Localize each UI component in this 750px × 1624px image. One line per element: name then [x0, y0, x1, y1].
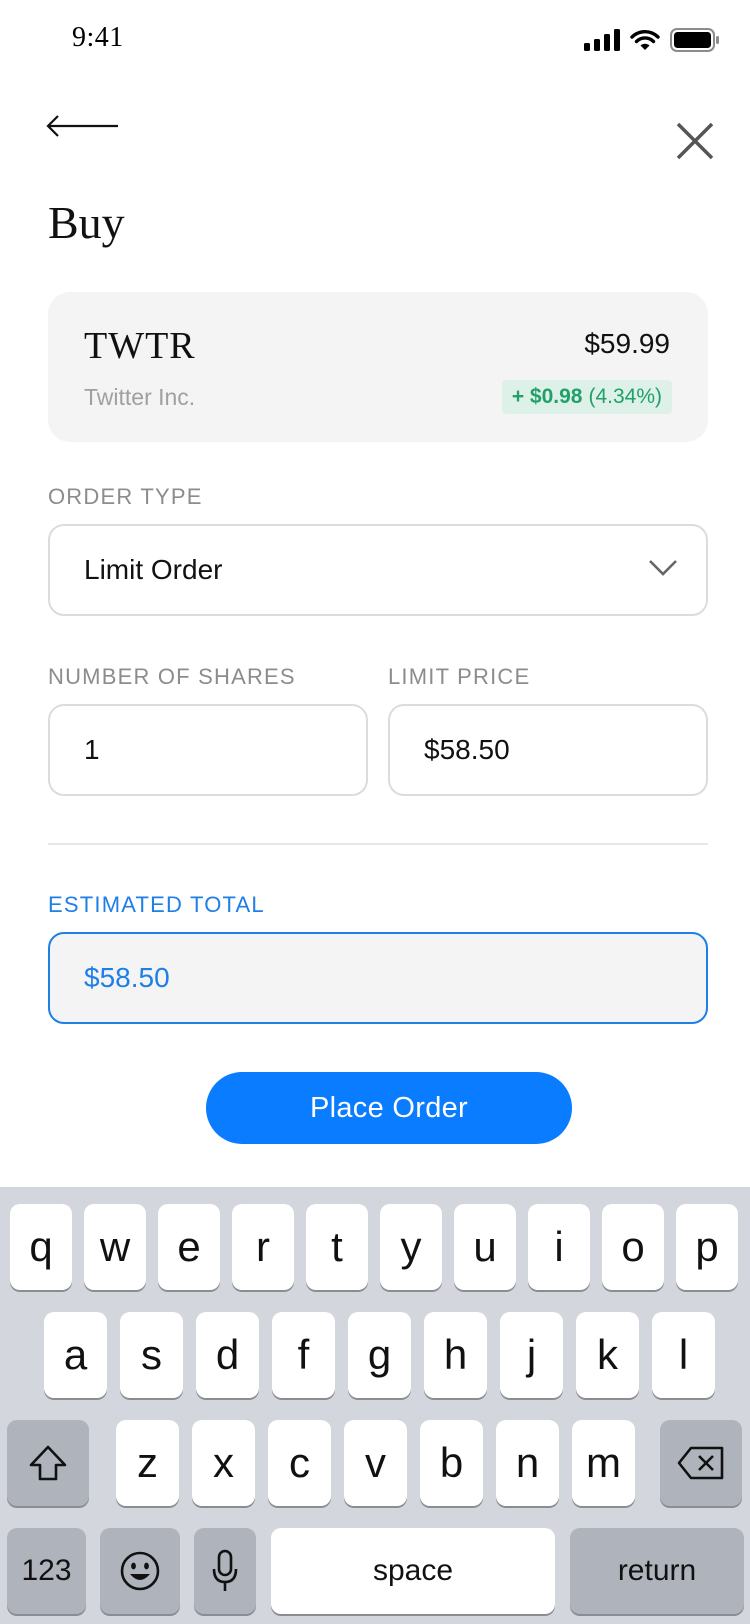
estimated-total-field[interactable]: $58.50 [48, 932, 708, 1024]
shares-label: NUMBER OF SHARES [48, 664, 296, 689]
delete-key[interactable] [660, 1420, 742, 1506]
stock-price: $59.99 [584, 328, 670, 359]
divider [48, 843, 708, 845]
wifi-icon [630, 30, 660, 50]
key-f[interactable]: f [272, 1312, 335, 1398]
order-type-value: Limit Order [84, 554, 223, 585]
key-e[interactable]: e [158, 1204, 220, 1290]
key-n[interactable]: n [496, 1420, 559, 1506]
shares-input[interactable]: 1 [48, 704, 368, 796]
key-z[interactable]: z [116, 1420, 179, 1506]
back-arrow-icon [46, 115, 118, 137]
stock-card: TWTR Twitter Inc. $59.99 + $0.98 (4.34%) [48, 292, 708, 442]
key-t[interactable]: t [306, 1204, 368, 1290]
space-key[interactable]: space [271, 1528, 555, 1614]
key-w[interactable]: w [84, 1204, 146, 1290]
key-j[interactable]: j [500, 1312, 563, 1398]
stock-ticker: TWTR [84, 325, 196, 367]
emoji-key[interactable] [100, 1528, 180, 1614]
key-r[interactable]: r [232, 1204, 294, 1290]
numbers-key[interactable]: 123 [7, 1528, 86, 1614]
limit-price-input[interactable]: $58.50 [388, 704, 708, 796]
status-time: 9:41 [72, 22, 124, 53]
estimated-total-value: $58.50 [84, 962, 170, 993]
key-u[interactable]: u [454, 1204, 516, 1290]
change-percent: (4.34%) [588, 385, 662, 408]
signal-icon [584, 29, 620, 51]
keyboard: q w e r t y u i o p a s d f g h j k l z … [0, 1187, 750, 1624]
key-q[interactable]: q [10, 1204, 72, 1290]
change-amount: + $0.98 [511, 385, 583, 408]
key-y[interactable]: y [380, 1204, 442, 1290]
page-title: Buy [48, 197, 125, 248]
key-o[interactable]: o [602, 1204, 664, 1290]
key-h[interactable]: h [424, 1312, 487, 1398]
key-g[interactable]: g [348, 1312, 411, 1398]
key-x[interactable]: x [192, 1420, 255, 1506]
price-change-badge: + $0.98 (4.34%) [501, 380, 672, 414]
return-key[interactable]: return [570, 1528, 744, 1614]
key-l[interactable]: l [652, 1312, 715, 1398]
status-bar: 9:41 [0, 0, 750, 88]
key-b[interactable]: b [420, 1420, 483, 1506]
key-m[interactable]: m [572, 1420, 635, 1506]
battery-icon [670, 28, 719, 52]
close-icon [676, 122, 714, 160]
microphone-icon [212, 1549, 238, 1591]
order-type-select[interactable]: Limit Order [48, 524, 708, 616]
limit-price-label: LIMIT PRICE [388, 664, 531, 689]
limit-price-value: $58.50 [424, 734, 510, 765]
order-type-label: ORDER TYPE [48, 484, 203, 509]
key-p[interactable]: p [676, 1204, 738, 1290]
key-k[interactable]: k [576, 1312, 639, 1398]
close-button[interactable] [672, 118, 718, 164]
key-i[interactable]: i [528, 1204, 590, 1290]
key-c[interactable]: c [268, 1420, 331, 1506]
emoji-icon [120, 1551, 160, 1591]
key-d[interactable]: d [196, 1312, 259, 1398]
shift-icon [29, 1445, 67, 1481]
key-v[interactable]: v [344, 1420, 407, 1506]
backspace-icon [677, 1446, 724, 1480]
dictation-key[interactable] [194, 1528, 256, 1614]
chevron-down-icon [649, 560, 677, 576]
status-icons [584, 28, 720, 52]
shift-key[interactable] [7, 1420, 89, 1506]
back-button[interactable] [44, 108, 120, 144]
shares-value: 1 [84, 734, 100, 765]
key-a[interactable]: a [44, 1312, 107, 1398]
company-name: Twitter Inc. [84, 384, 196, 410]
place-order-button[interactable]: Place Order [206, 1072, 572, 1144]
key-s[interactable]: s [120, 1312, 183, 1398]
estimated-total-label: ESTIMATED TOTAL [48, 892, 265, 917]
